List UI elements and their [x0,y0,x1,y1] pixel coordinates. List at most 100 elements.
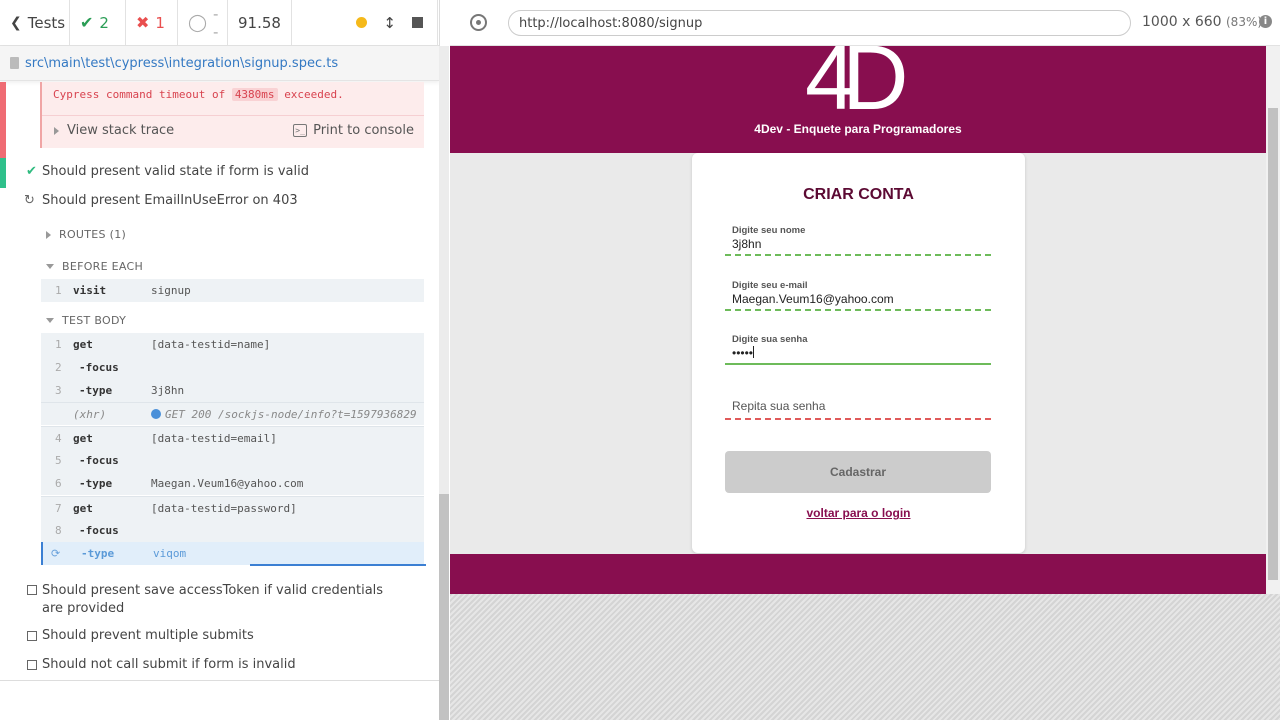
command-row[interactable]: 1 visit signup [41,279,424,302]
password-dots: ••••• [732,346,754,360]
test-body-label: TEST BODY [62,314,127,327]
test-item-multiple-submits[interactable]: Should prevent multiple submits [0,628,439,643]
password-value: ••••• [732,346,755,360]
circle-notch-icon: ◯ [188,12,208,33]
test-item-save-access-token[interactable]: Should present save accessToken if valid… [0,582,439,618]
stack-trace-label: View stack trace [67,123,175,138]
before-each-label: BEFORE EACH [62,260,144,273]
xhr-text: GET 200 /sockjs-node/info?t=1597936829 [165,408,417,421]
command-name: -focus [79,361,119,374]
command-name: -focus [79,454,119,467]
print-to-console-button[interactable]: >_ Print to console [293,123,414,138]
command-name: -focus [79,524,119,537]
spec-path-link[interactable]: src\main\test\cypress\integration\signup… [25,56,338,71]
email-field[interactable]: Digite seu e-mail Maegan.Veum16@yahoo.co… [725,280,991,311]
run-controls: ↕ [292,0,438,46]
xhr-row[interactable]: (xhr) GET 200 /sockjs-node/info?t=159793… [41,402,424,425]
caret-right-icon [46,230,51,239]
test-body-hook[interactable]: TEST BODY [46,314,126,327]
command-message: Maegan.Veum16@yahoo.com [151,477,304,490]
command-row[interactable]: 8 -focus [41,519,424,542]
viewport-scale: (83%) [1226,15,1263,29]
command-row[interactable]: 7 get [data-testid=password] [41,496,424,519]
submit-button[interactable]: Cadastrar [725,451,991,493]
command-number: 1 [55,338,62,351]
test-title: Should prevent multiple submits [42,628,254,643]
print-label: Print to console [313,123,414,138]
command-row[interactable]: 2 -focus [41,356,424,379]
before-each-hook[interactable]: BEFORE EACH [46,260,143,273]
failed-count[interactable]: ✖ 1 [126,0,178,46]
command-name: get [73,502,93,515]
check-icon: ✔ [80,13,94,32]
stop-icon[interactable] [412,17,423,28]
command-number: 6 [55,477,62,490]
login-link[interactable]: voltar para o login [692,506,1025,520]
xhr-status-dot-icon [151,409,161,419]
command-row[interactable]: 4 get [data-testid=email] [41,426,424,449]
checkbox-icon [27,631,37,641]
reporter-scrollbar-thumb[interactable] [439,494,449,720]
failed-number: 1 [155,13,165,32]
back-to-tests-button[interactable]: ❮ Tests [0,0,70,46]
command-name: visit [73,284,107,297]
test-item-email-in-use[interactable]: ↻ Should present EmailInUseError on 403 [0,193,439,208]
command-number: 5 [55,454,62,467]
password-field[interactable]: Digite sua senha ••••• [725,334,991,365]
view-stack-trace-toggle[interactable]: View stack trace [54,123,174,138]
caret-down-icon [46,318,54,323]
site-footer [450,554,1266,594]
command-name: get [73,432,93,445]
command-row[interactable]: 1 get [data-testid=name] [41,333,424,356]
site-subtitle: 4Dev - Enquete para Programadores [754,122,962,136]
aut-header: http://localhost:8080/signup 1000 x 660 … [450,0,1280,46]
password-confirmation-field[interactable]: Repita sua senha [725,389,991,420]
command-number: 3 [55,384,62,397]
x-icon: ✖ [136,13,150,32]
passed-number: 2 [99,13,109,32]
test-title: Should present save accessToken if valid… [42,583,384,616]
error-prefix: Cypress command timeout of [53,88,226,101]
aut-empty-area [450,594,1280,720]
error-divider [42,115,424,116]
command-row[interactable]: 5 -focus [41,449,424,472]
test-title: Should not call submit if form is invali… [42,657,296,672]
checkbox-icon [27,660,37,670]
auto-scroll-icon[interactable]: ↕ [383,14,396,32]
name-field[interactable]: Digite seu nome 3j8hn [725,225,991,256]
info-icon[interactable]: i [1259,15,1272,28]
command-row[interactable]: 6 -type Maegan.Veum16@yahoo.com [41,472,424,495]
caret-down-icon [46,264,54,269]
password-confirmation-underline [725,418,991,420]
running-indicator-icon [356,17,368,28]
pending-count[interactable]: ◯ -- [178,0,228,46]
command-message: signup [151,284,191,297]
url-bar[interactable]: http://localhost:8080/signup [508,10,1131,36]
selector-playground-icon[interactable] [470,14,487,31]
command-message: [data-testid=password] [151,502,297,515]
chevron-left-icon: ❮ [10,14,22,31]
password-underline [725,363,991,365]
check-icon: ✔ [26,164,37,179]
xhr-message: GET 200 /sockjs-node/info?t=1597936829 [151,408,419,421]
command-number: 7 [55,502,62,515]
command-row-active[interactable]: ⟳ -type viqom [41,542,426,566]
passed-count[interactable]: ✔ 2 [70,0,126,46]
refresh-icon: ↻ [24,193,35,208]
command-row[interactable]: 3 -type 3j8hn [41,379,424,402]
command-number: 2 [55,361,62,374]
command-name: -type [79,384,113,397]
test-title: Should present valid state if form is va… [42,164,309,179]
runnable-list: Cypress command timeout of 4380ms exceed… [0,82,439,680]
failed-test-strip [0,82,6,159]
app-scrollbar-thumb[interactable] [1268,108,1278,580]
routes-toggle[interactable]: ROUTES (1) [46,228,126,241]
viewport-info: 1000 x 660 (83%) [1142,14,1262,30]
caret-right-icon [54,126,59,135]
email-label: Digite seu e-mail [732,280,808,291]
test-item-invalid-form[interactable]: Should not call submit if form is invali… [0,657,439,672]
reporter-bottom-divider [0,680,439,681]
signup-form: CRIAR CONTA Digite seu nome 3j8hn Digite… [692,153,1025,553]
command-message: viqom [153,547,187,560]
test-item-valid-state[interactable]: ✔ Should present valid state if form is … [0,164,439,179]
